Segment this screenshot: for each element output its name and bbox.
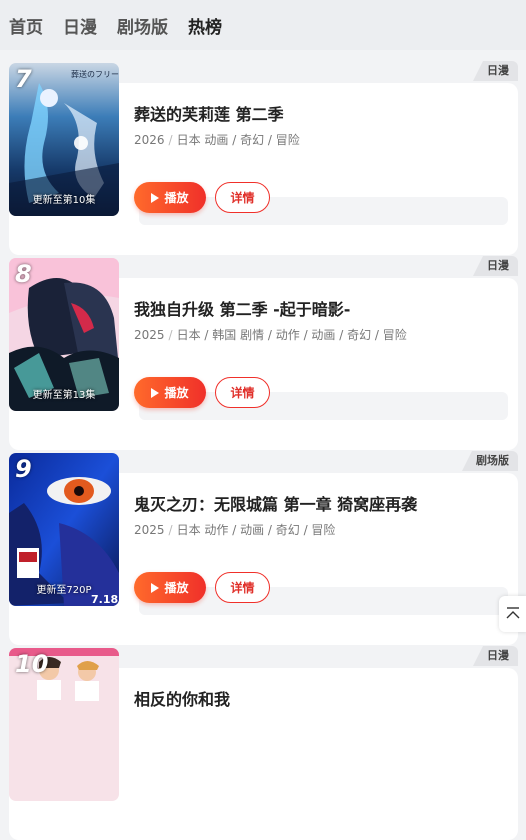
- year: 2026: [134, 133, 165, 147]
- top-nav: 首页 日漫 剧场版 热榜: [0, 0, 526, 50]
- poster-image[interactable]: 葬送のフリーレン 7 更新至第10集: [9, 63, 119, 216]
- anime-meta: 2026/日本 动画 / 奇幻 / 冒险: [134, 133, 300, 147]
- genres: 日本 动画 / 奇幻 / 冒险: [176, 133, 300, 147]
- poster-image[interactable]: 8 更新至第13集: [9, 258, 119, 411]
- play-button[interactable]: 播放: [134, 182, 206, 213]
- tab-hot-ranking[interactable]: 热榜: [188, 13, 222, 38]
- poster-image[interactable]: 7.18 9 更新至720P: [9, 453, 119, 606]
- play-button[interactable]: 播放: [134, 377, 206, 408]
- anime-meta: 2025/日本 / 韩国 剧情 / 动作 / 动画 / 奇幻 / 冒险: [134, 328, 407, 342]
- detail-button[interactable]: 详情: [215, 182, 270, 213]
- category-tag: 日漫: [473, 61, 518, 81]
- category-tag: 剧场版: [462, 451, 518, 471]
- category-tag: 日漫: [473, 646, 518, 666]
- rank-number: 7: [15, 65, 32, 93]
- arrow-up-to-top-icon: [506, 607, 520, 619]
- anime-title[interactable]: 葬送的芙莉莲 第二季: [134, 101, 284, 125]
- play-button[interactable]: 播放: [134, 572, 206, 603]
- detail-button[interactable]: 详情: [215, 572, 270, 603]
- back-to-top-button[interactable]: [499, 596, 526, 632]
- rank-number: 9: [15, 455, 32, 483]
- tab-movies[interactable]: 剧场版: [117, 13, 168, 38]
- poster-image[interactable]: 10: [9, 648, 119, 801]
- category-tag: 日漫: [473, 256, 518, 276]
- play-icon: [151, 192, 160, 203]
- rank-number: 8: [15, 260, 32, 288]
- detail-button[interactable]: 详情: [215, 377, 270, 408]
- play-icon: [151, 582, 160, 593]
- genres: 日本 / 韩国 剧情 / 动作 / 动画 / 奇幻 / 冒险: [176, 328, 407, 342]
- poster-title-text: 葬送のフリーレン: [71, 69, 119, 79]
- anime-title[interactable]: 相反的你和我: [134, 686, 230, 710]
- anime-title[interactable]: 我独自升级 第二季 -起于暗影-: [134, 296, 350, 320]
- episode-update: 更新至720P: [36, 585, 92, 596]
- tab-japanese-anime[interactable]: 日漫: [63, 13, 97, 38]
- episode-update: 更新至第13集: [32, 390, 96, 401]
- year: 2025: [134, 523, 165, 537]
- anime-title[interactable]: 鬼灭之刃：无限城篇 第一章 猗窝座再袭: [134, 491, 417, 515]
- rank-number: 10: [15, 650, 49, 678]
- tab-home[interactable]: 首页: [9, 13, 43, 38]
- episode-update: 更新至第10集: [32, 195, 96, 206]
- year: 2025: [134, 328, 165, 342]
- anime-meta: 2025/日本 动作 / 动画 / 奇幻 / 冒险: [134, 523, 336, 537]
- play-icon: [151, 387, 160, 398]
- genres: 日本 动作 / 动画 / 奇幻 / 冒险: [176, 523, 336, 537]
